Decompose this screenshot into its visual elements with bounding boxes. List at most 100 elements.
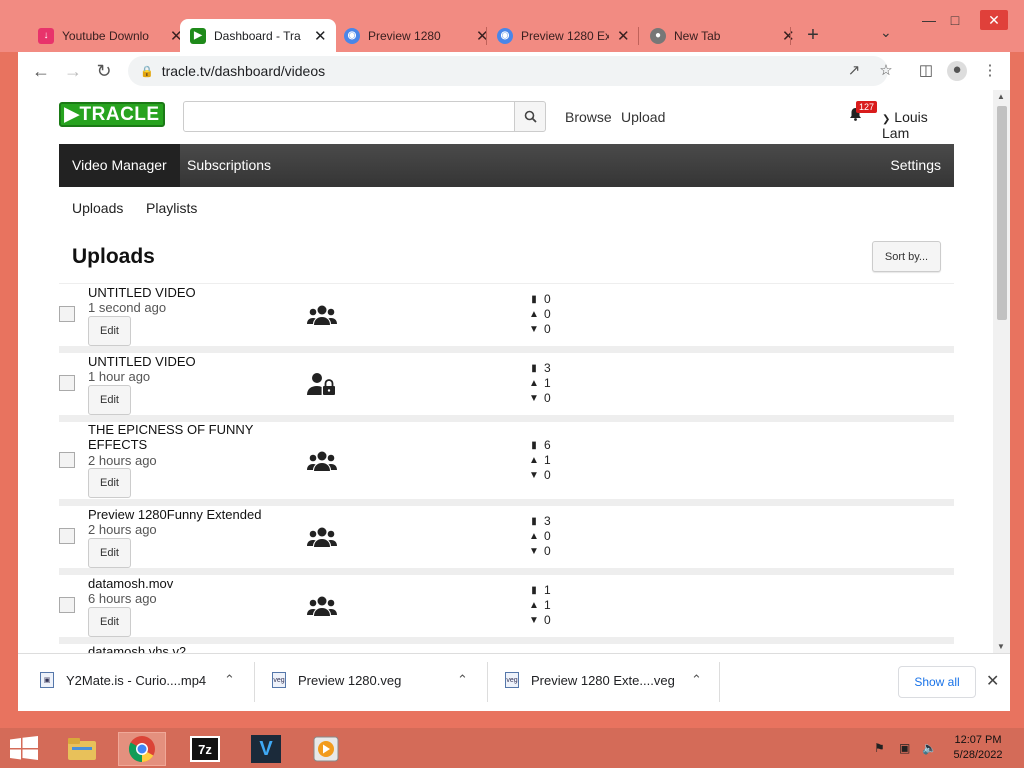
- bookmark-star-icon[interactable]: ☆: [876, 61, 896, 79]
- video-title[interactable]: Preview 1280Funny Extended: [88, 507, 308, 522]
- nav-video-manager[interactable]: Video Manager: [59, 144, 180, 187]
- video-title[interactable]: datamosh.mov: [88, 576, 278, 591]
- clock-date: 5/28/2022: [953, 749, 1003, 761]
- windows-start-icon[interactable]: [10, 736, 38, 760]
- vegas-icon[interactable]: V: [242, 732, 290, 766]
- video-title[interactable]: datamosh.vhs.v2: [88, 644, 278, 653]
- dashboard-navbar: Video Manager Subscriptions Settings: [59, 144, 954, 187]
- tab-divider: [790, 27, 791, 45]
- search-input[interactable]: [183, 101, 515, 132]
- likes-count: 1: [544, 376, 551, 390]
- chevron-up-icon[interactable]: ⌃: [457, 672, 468, 688]
- menu-dots-icon[interactable]: ⋮: [980, 61, 1000, 79]
- edit-button[interactable]: Edit: [88, 538, 131, 568]
- eye-icon: ◉: [344, 27, 360, 44]
- chrome-taskbar-icon[interactable]: [118, 732, 166, 766]
- download-filename: Preview 1280.veg: [298, 672, 402, 688]
- 7zip-icon[interactable]: 7z: [181, 732, 229, 766]
- tab-title: New Tab: [674, 28, 721, 43]
- nav-settings[interactable]: Settings: [877, 144, 954, 187]
- window-close-icon[interactable]: ✕: [980, 10, 1008, 30]
- download-filename: Preview 1280 Exte....veg: [531, 672, 675, 688]
- back-icon[interactable]: ←: [30, 60, 52, 82]
- browser-toolbar: ← → ↻ 🔒 tracle.tv/dashboard/videos ↗ ☆ ◫…: [18, 52, 1010, 90]
- download-item[interactable]: veg Preview 1280.veg: [272, 672, 401, 688]
- page-scrollbar[interactable]: ▲ ▼: [993, 90, 1010, 653]
- address-bar[interactable]: 🔒 tracle.tv/dashboard/videos: [128, 56, 888, 86]
- scroll-down-icon[interactable]: ▼: [997, 642, 1005, 651]
- chevron-up-icon[interactable]: ⌃: [691, 672, 702, 688]
- search-icon: [524, 110, 537, 123]
- chevron-up-icon[interactable]: ⌃: [224, 672, 235, 688]
- video-time: 2 hours ago: [88, 522, 157, 537]
- tab-search-chevron-icon[interactable]: ⌄: [880, 24, 892, 41]
- video-row: UNTITLED VIDEO 1 second ago Edit ▮ 0 ▲ 0 ▼…: [59, 284, 954, 346]
- tab-youtube-downloader[interactable]: ↓ Youtube Downlo ✕: [28, 19, 192, 52]
- download-divider: [719, 662, 720, 702]
- file-explorer-icon[interactable]: [58, 732, 106, 766]
- tab-title: Dashboard - Tra: [214, 28, 301, 43]
- video-title[interactable]: UNTITLED VIDEO: [88, 354, 278, 369]
- subnav-playlists[interactable]: Playlists: [146, 200, 197, 216]
- browse-link[interactable]: Browse: [565, 109, 612, 125]
- scroll-thumb[interactable]: [997, 106, 1007, 320]
- download-item[interactable]: veg Preview 1280 Exte....veg: [505, 672, 675, 688]
- video-thumbnail[interactable]: [59, 528, 75, 544]
- side-panel-icon[interactable]: ◫: [916, 61, 936, 79]
- profile-avatar-icon[interactable]: ●: [947, 61, 967, 81]
- show-all-downloads-button[interactable]: Show all: [898, 666, 976, 698]
- tab-close-icon[interactable]: ✕: [782, 27, 795, 45]
- 7zip-logo: 7z: [190, 736, 220, 762]
- video-thumbnail[interactable]: [59, 375, 75, 391]
- video-stats: ▮ 1 ▲ 1 ▼ 0: [528, 583, 551, 628]
- tab-close-icon[interactable]: ✕: [314, 27, 327, 45]
- video-time: 1 second ago: [88, 300, 167, 315]
- reload-icon[interactable]: ↻: [93, 60, 115, 82]
- edit-button[interactable]: Edit: [88, 385, 131, 415]
- user-menu[interactable]: ❯ Louis Lam: [882, 109, 954, 141]
- video-time: 1 hour ago: [88, 369, 151, 384]
- network-icon[interactable]: ▣: [899, 741, 910, 755]
- subnav-uploads[interactable]: Uploads: [72, 200, 123, 216]
- scroll-up-icon[interactable]: ▲: [997, 92, 1005, 101]
- taskbar-clock[interactable]: 12:07 PM 5/28/2022: [946, 733, 1010, 763]
- download-item[interactable]: ▣ Y2Mate.is - Curio....mp4: [40, 672, 206, 688]
- bar-chart-icon: ▮: [531, 363, 537, 374]
- volume-muted-icon[interactable]: 🔈: [922, 741, 937, 755]
- share-icon[interactable]: ↗: [844, 61, 864, 79]
- edit-button[interactable]: Edit: [88, 607, 131, 637]
- veg-file-icon: veg: [272, 672, 286, 688]
- video-title[interactable]: UNTITLED VIDEO: [88, 285, 278, 300]
- edit-button[interactable]: Edit: [88, 316, 131, 346]
- tab-preview-1280[interactable]: ◉ Preview 1280 ✕: [334, 19, 498, 52]
- close-shelf-icon[interactable]: ✕: [986, 671, 999, 691]
- tab-close-icon[interactable]: ✕: [617, 27, 630, 45]
- video-thumbnail[interactable]: [59, 597, 75, 613]
- search-button[interactable]: [514, 101, 546, 132]
- video-row: Preview 1280Funny Extended 2 hours ago E…: [59, 506, 954, 568]
- nav-subscriptions[interactable]: Subscriptions: [174, 144, 284, 187]
- video-thumbnail[interactable]: [59, 306, 75, 322]
- upload-link[interactable]: Upload: [621, 109, 665, 125]
- tracle-logo[interactable]: ▶TRACLE: [59, 102, 165, 127]
- minimize-icon[interactable]: —: [918, 10, 940, 30]
- play-icon: ▶: [190, 27, 206, 44]
- thumbs-up-icon: ▲: [529, 531, 539, 542]
- thumbs-down-icon: ▼: [529, 324, 539, 335]
- tab-new-tab[interactable]: ● New Tab ✕: [640, 19, 804, 52]
- new-tab-icon[interactable]: +: [802, 24, 824, 47]
- maximize-icon[interactable]: □: [944, 10, 966, 30]
- tab-preview-1280-extended[interactable]: ◉ Preview 1280 Ext ✕: [487, 19, 639, 52]
- video-stats: ▮ 3 ▲ 1 ▼ 0: [528, 361, 551, 406]
- edit-button[interactable]: Edit: [88, 468, 131, 498]
- flag-icon[interactable]: ⚑: [874, 741, 885, 755]
- video-title[interactable]: THE EPICNESS OF FUNNY EFFECTS: [88, 422, 268, 452]
- tab-dashboard[interactable]: ▶ Dashboard - Tra ✕: [180, 19, 336, 52]
- video-thumbnail[interactable]: [59, 452, 75, 468]
- sort-button[interactable]: Sort by...: [872, 241, 941, 272]
- forward-icon[interactable]: →: [62, 60, 84, 82]
- media-player-icon[interactable]: [302, 732, 350, 766]
- clock-time: 12:07 PM: [954, 734, 1002, 746]
- page-title: Uploads: [72, 245, 155, 268]
- dislikes-count: 0: [544, 613, 551, 627]
